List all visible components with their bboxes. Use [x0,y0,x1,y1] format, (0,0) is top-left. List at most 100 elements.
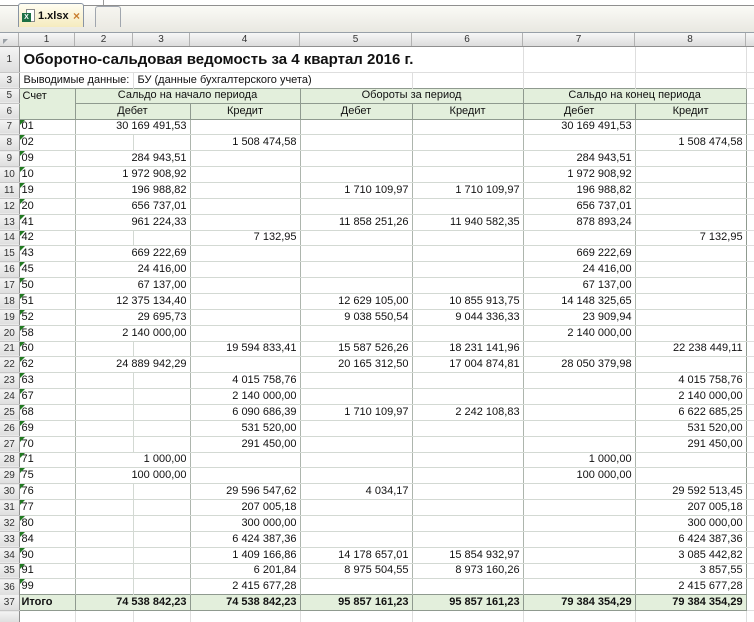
cell-debit-opening[interactable]: 67 137,00 [75,278,190,294]
cell-account[interactable]: 70 [19,436,75,452]
cell-credit-closing[interactable]: 531 520,00 [635,420,746,436]
cell-outside[interactable] [746,579,754,595]
column-header-5[interactable]: 5 [300,33,412,46]
cell-account[interactable]: 77 [19,500,75,516]
row-header-27[interactable]: 27 [0,436,19,452]
total-credit-turnover[interactable]: 95 857 161,23 [412,595,523,611]
cell-account[interactable]: 10 [19,167,75,183]
cell-credit-opening[interactable] [190,293,300,309]
cell-outside[interactable] [746,373,754,389]
empty-cell[interactable] [133,611,190,622]
cell-debit-opening[interactable]: 656 737,01 [75,198,190,214]
empty-cell[interactable] [412,72,523,88]
empty-cell[interactable] [19,611,75,622]
document-tab[interactable]: 1.xlsx × [18,3,84,27]
cell-debit-opening[interactable] [133,484,190,500]
cell-credit-closing[interactable] [635,214,746,230]
cell-credit-turnover[interactable] [412,135,523,151]
cell-credit-turnover[interactable]: 2 242 108,83 [412,404,523,420]
cell-debit-closing[interactable]: 1 972 908,92 [523,167,635,183]
column-header-1[interactable]: 1 [19,33,75,46]
cell-debit-opening-left[interactable] [75,547,133,563]
cell-outside[interactable] [746,389,754,405]
cell-credit-opening[interactable]: 291 450,00 [190,436,300,452]
cell-credit-closing[interactable] [635,293,746,309]
cell-credit-opening[interactable] [190,182,300,198]
cell-debit-closing[interactable] [523,531,635,547]
row-header-13[interactable]: 13 [0,214,19,230]
cell-credit-turnover[interactable] [412,468,523,484]
cell-debit-opening[interactable]: 24 416,00 [75,262,190,278]
cell-credit-opening[interactable]: 6 201,84 [190,563,300,579]
cell-debit-opening[interactable]: 29 695,73 [75,309,190,325]
cell-debit-turnover[interactable] [300,452,412,468]
cell-credit-closing[interactable]: 4 015 758,76 [635,373,746,389]
row-header-30[interactable]: 30 [0,484,19,500]
cell-outside[interactable] [746,135,754,151]
cell-debit-opening-left[interactable] [75,373,133,389]
cell-credit-closing[interactable]: 300 000,00 [635,515,746,531]
cell-debit-closing[interactable] [523,515,635,531]
cell-outside[interactable] [746,500,754,516]
cell-account[interactable]: 01 [19,119,75,135]
cell-debit-closing[interactable] [523,436,635,452]
cell-outside[interactable] [746,246,754,262]
info-label-cell[interactable]: Выводимые данные: [19,72,133,88]
cell-debit-opening-left[interactable] [75,515,133,531]
cell-outside[interactable] [746,230,754,246]
empty-cell[interactable] [75,611,133,622]
cell-debit-closing[interactable] [523,389,635,405]
empty-cell[interactable] [523,611,635,622]
cell-account[interactable]: 63 [19,373,75,389]
row-header-22[interactable]: 22 [0,357,19,373]
cell-account[interactable]: 84 [19,531,75,547]
cell-debit-closing[interactable]: 2 140 000,00 [523,325,635,341]
cell-debit-opening-left[interactable] [75,563,133,579]
cell-credit-closing[interactable] [635,278,746,294]
cell-debit-opening[interactable] [133,500,190,516]
column-header-7[interactable]: 7 [523,33,635,46]
subcolumn-header-debit[interactable]: Дебет [523,103,635,119]
cell-debit-closing[interactable]: 284 943,51 [523,151,635,167]
cell-outside[interactable] [746,515,754,531]
cell-debit-opening[interactable] [133,515,190,531]
cell-account[interactable]: 90 [19,547,75,563]
cell-account[interactable]: 51 [19,293,75,309]
cell-account[interactable]: 99 [19,579,75,595]
cell-debit-turnover[interactable]: 14 178 657,01 [300,547,412,563]
cell-outside[interactable] [746,309,754,325]
cell-outside[interactable] [746,119,754,135]
cell-account[interactable]: 19 [19,182,75,198]
row-header-16[interactable]: 16 [0,262,19,278]
cell-credit-opening[interactable] [190,309,300,325]
cell-outside[interactable] [746,325,754,341]
cell-debit-opening[interactable] [133,420,190,436]
cell-debit-opening-left[interactable] [75,531,133,547]
total-debit-opening[interactable]: 74 538 842,23 [75,595,190,611]
cell-credit-opening[interactable] [190,325,300,341]
row-header-9[interactable]: 9 [0,151,19,167]
cell-credit-turnover[interactable]: 10 855 913,75 [412,293,523,309]
cell-debit-turnover[interactable]: 15 587 526,26 [300,341,412,357]
cell-debit-opening[interactable] [133,341,190,357]
total-credit-closing[interactable]: 79 384 354,29 [635,595,746,611]
column-header-3[interactable]: 3 [133,33,190,46]
row-header-35[interactable]: 35 [0,563,19,579]
cell-outside[interactable] [746,531,754,547]
empty-cell[interactable] [746,72,754,88]
row-header-24[interactable]: 24 [0,389,19,405]
cell-debit-opening[interactable]: 12 375 134,40 [75,293,190,309]
row-header-3[interactable]: 3 [0,72,19,88]
subcolumn-header-credit[interactable]: Кредит [635,103,746,119]
cell-credit-opening[interactable]: 2 140 000,00 [190,389,300,405]
cell-credit-opening[interactable]: 2 415 677,28 [190,579,300,595]
cell-credit-opening[interactable]: 531 520,00 [190,420,300,436]
cell-credit-closing[interactable]: 22 238 449,11 [635,341,746,357]
cell-account[interactable]: 52 [19,309,75,325]
cell-credit-turnover[interactable] [412,500,523,516]
cell-debit-closing[interactable] [523,547,635,563]
cell-credit-closing[interactable]: 6 424 387,36 [635,531,746,547]
row-header-26[interactable]: 26 [0,420,19,436]
cell-credit-turnover[interactable] [412,531,523,547]
cell-debit-turnover[interactable]: 20 165 312,50 [300,357,412,373]
